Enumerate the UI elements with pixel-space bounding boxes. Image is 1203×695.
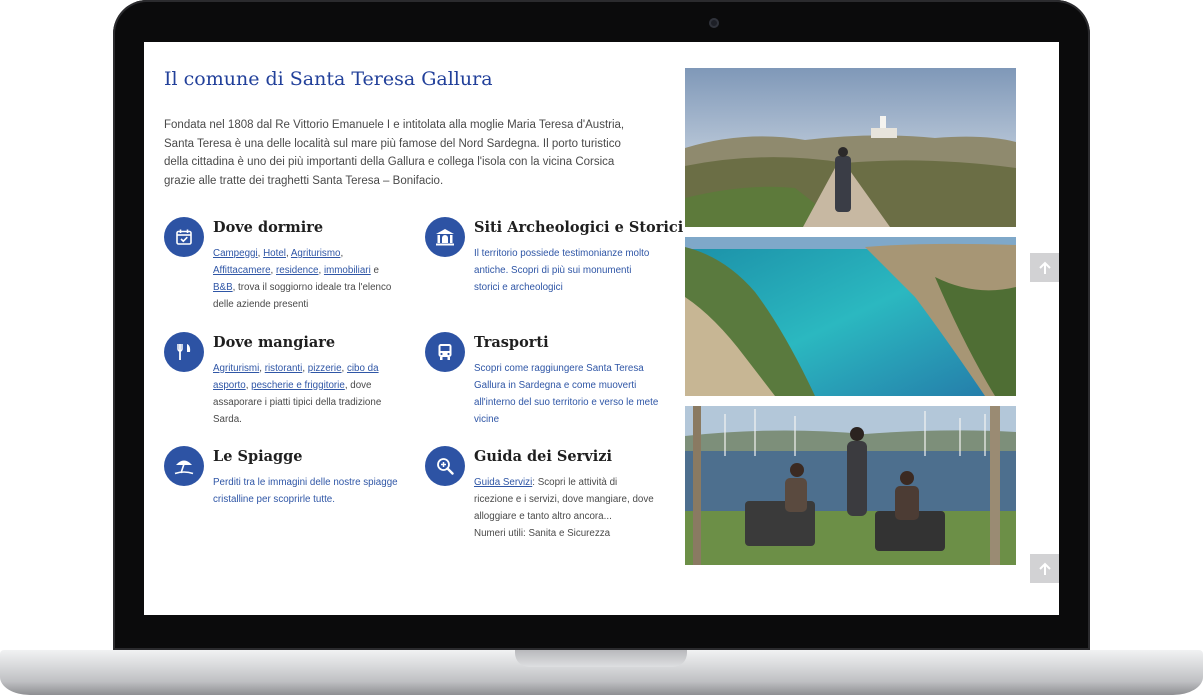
- useful-numbers[interactable]: Numeri utili: Sanita e Sicurezza: [474, 528, 610, 539]
- laptop-notch: [515, 650, 687, 667]
- lighthouse-path-photo[interactable]: [685, 68, 1016, 227]
- feature-text: Perditi tra le immagini delle nostre spi…: [213, 477, 398, 505]
- arrow-up-icon: [1038, 562, 1051, 575]
- feature-title[interactable]: Le Spiagge: [213, 448, 303, 465]
- feature-text: Campeggi, Hotel, Agriturismo, Affittacam…: [213, 248, 392, 310]
- feature-text-rest: , trova il soggiorno ideale tra l'elenco…: [213, 282, 392, 310]
- calendar-check-icon[interactable]: [164, 217, 204, 257]
- feature-text: Scopri come raggiungere Santa Teresa Gal…: [474, 363, 659, 425]
- link-bnb[interactable]: B&B: [213, 282, 233, 293]
- link-campeggi[interactable]: Campeggi: [213, 248, 258, 259]
- link-hotel[interactable]: Hotel: [263, 248, 286, 259]
- conjunction: e: [373, 265, 379, 276]
- feature-title[interactable]: Trasporti: [474, 334, 549, 351]
- feature-title[interactable]: Guida dei Servizi: [474, 448, 612, 465]
- fork-knife-icon[interactable]: [164, 332, 204, 372]
- link-pescherie[interactable]: pescherie e friggitorie: [251, 380, 345, 391]
- webcam: [709, 18, 719, 28]
- screen: Il comune di Santa Teresa Gallura Fondat…: [144, 42, 1059, 615]
- turquoise-cove-photo[interactable]: [685, 237, 1016, 396]
- link-residence[interactable]: residence: [276, 265, 318, 276]
- scroll-top-button[interactable]: [1030, 253, 1059, 282]
- intro-text: Fondata nel 1808 dal Re Vittorio Emanuel…: [164, 119, 625, 187]
- link-guida-servizi[interactable]: Guida Servizi: [474, 477, 532, 488]
- scroll-top-button[interactable]: [1030, 554, 1059, 583]
- arrow-up-icon: [1038, 261, 1051, 274]
- page-title: Il comune di Santa Teresa Gallura: [164, 68, 493, 90]
- monument-icon[interactable]: [425, 217, 465, 257]
- search-zoom-icon[interactable]: [425, 446, 465, 486]
- feature-title[interactable]: Siti Archeologici e Storici: [474, 219, 683, 236]
- feature-text: Guida Servizi: Scopri le attività di ric…: [474, 474, 659, 542]
- link-pizzerie[interactable]: pizzerie: [308, 363, 342, 374]
- bus-icon[interactable]: [425, 332, 465, 372]
- feature-title[interactable]: Dove dormire: [213, 219, 323, 236]
- link-agriturismo[interactable]: Agriturismo: [291, 248, 341, 259]
- link-ristoranti[interactable]: ristoranti: [265, 363, 303, 374]
- link-agriturismi[interactable]: Agriturismi: [213, 363, 259, 374]
- feature-title[interactable]: Dove mangiare: [213, 334, 335, 351]
- feature-text: Il territorio possiede testimonianze mol…: [474, 248, 650, 293]
- feature-text: Agriturismi, ristoranti, pizzerie, cibo …: [213, 363, 382, 425]
- link-immobiliari[interactable]: immobiliari: [324, 265, 371, 276]
- harbor-cafe-photo[interactable]: [685, 406, 1016, 565]
- link-affittacamere[interactable]: Affittacamere: [213, 265, 271, 276]
- beach-umbrella-icon[interactable]: [164, 446, 204, 486]
